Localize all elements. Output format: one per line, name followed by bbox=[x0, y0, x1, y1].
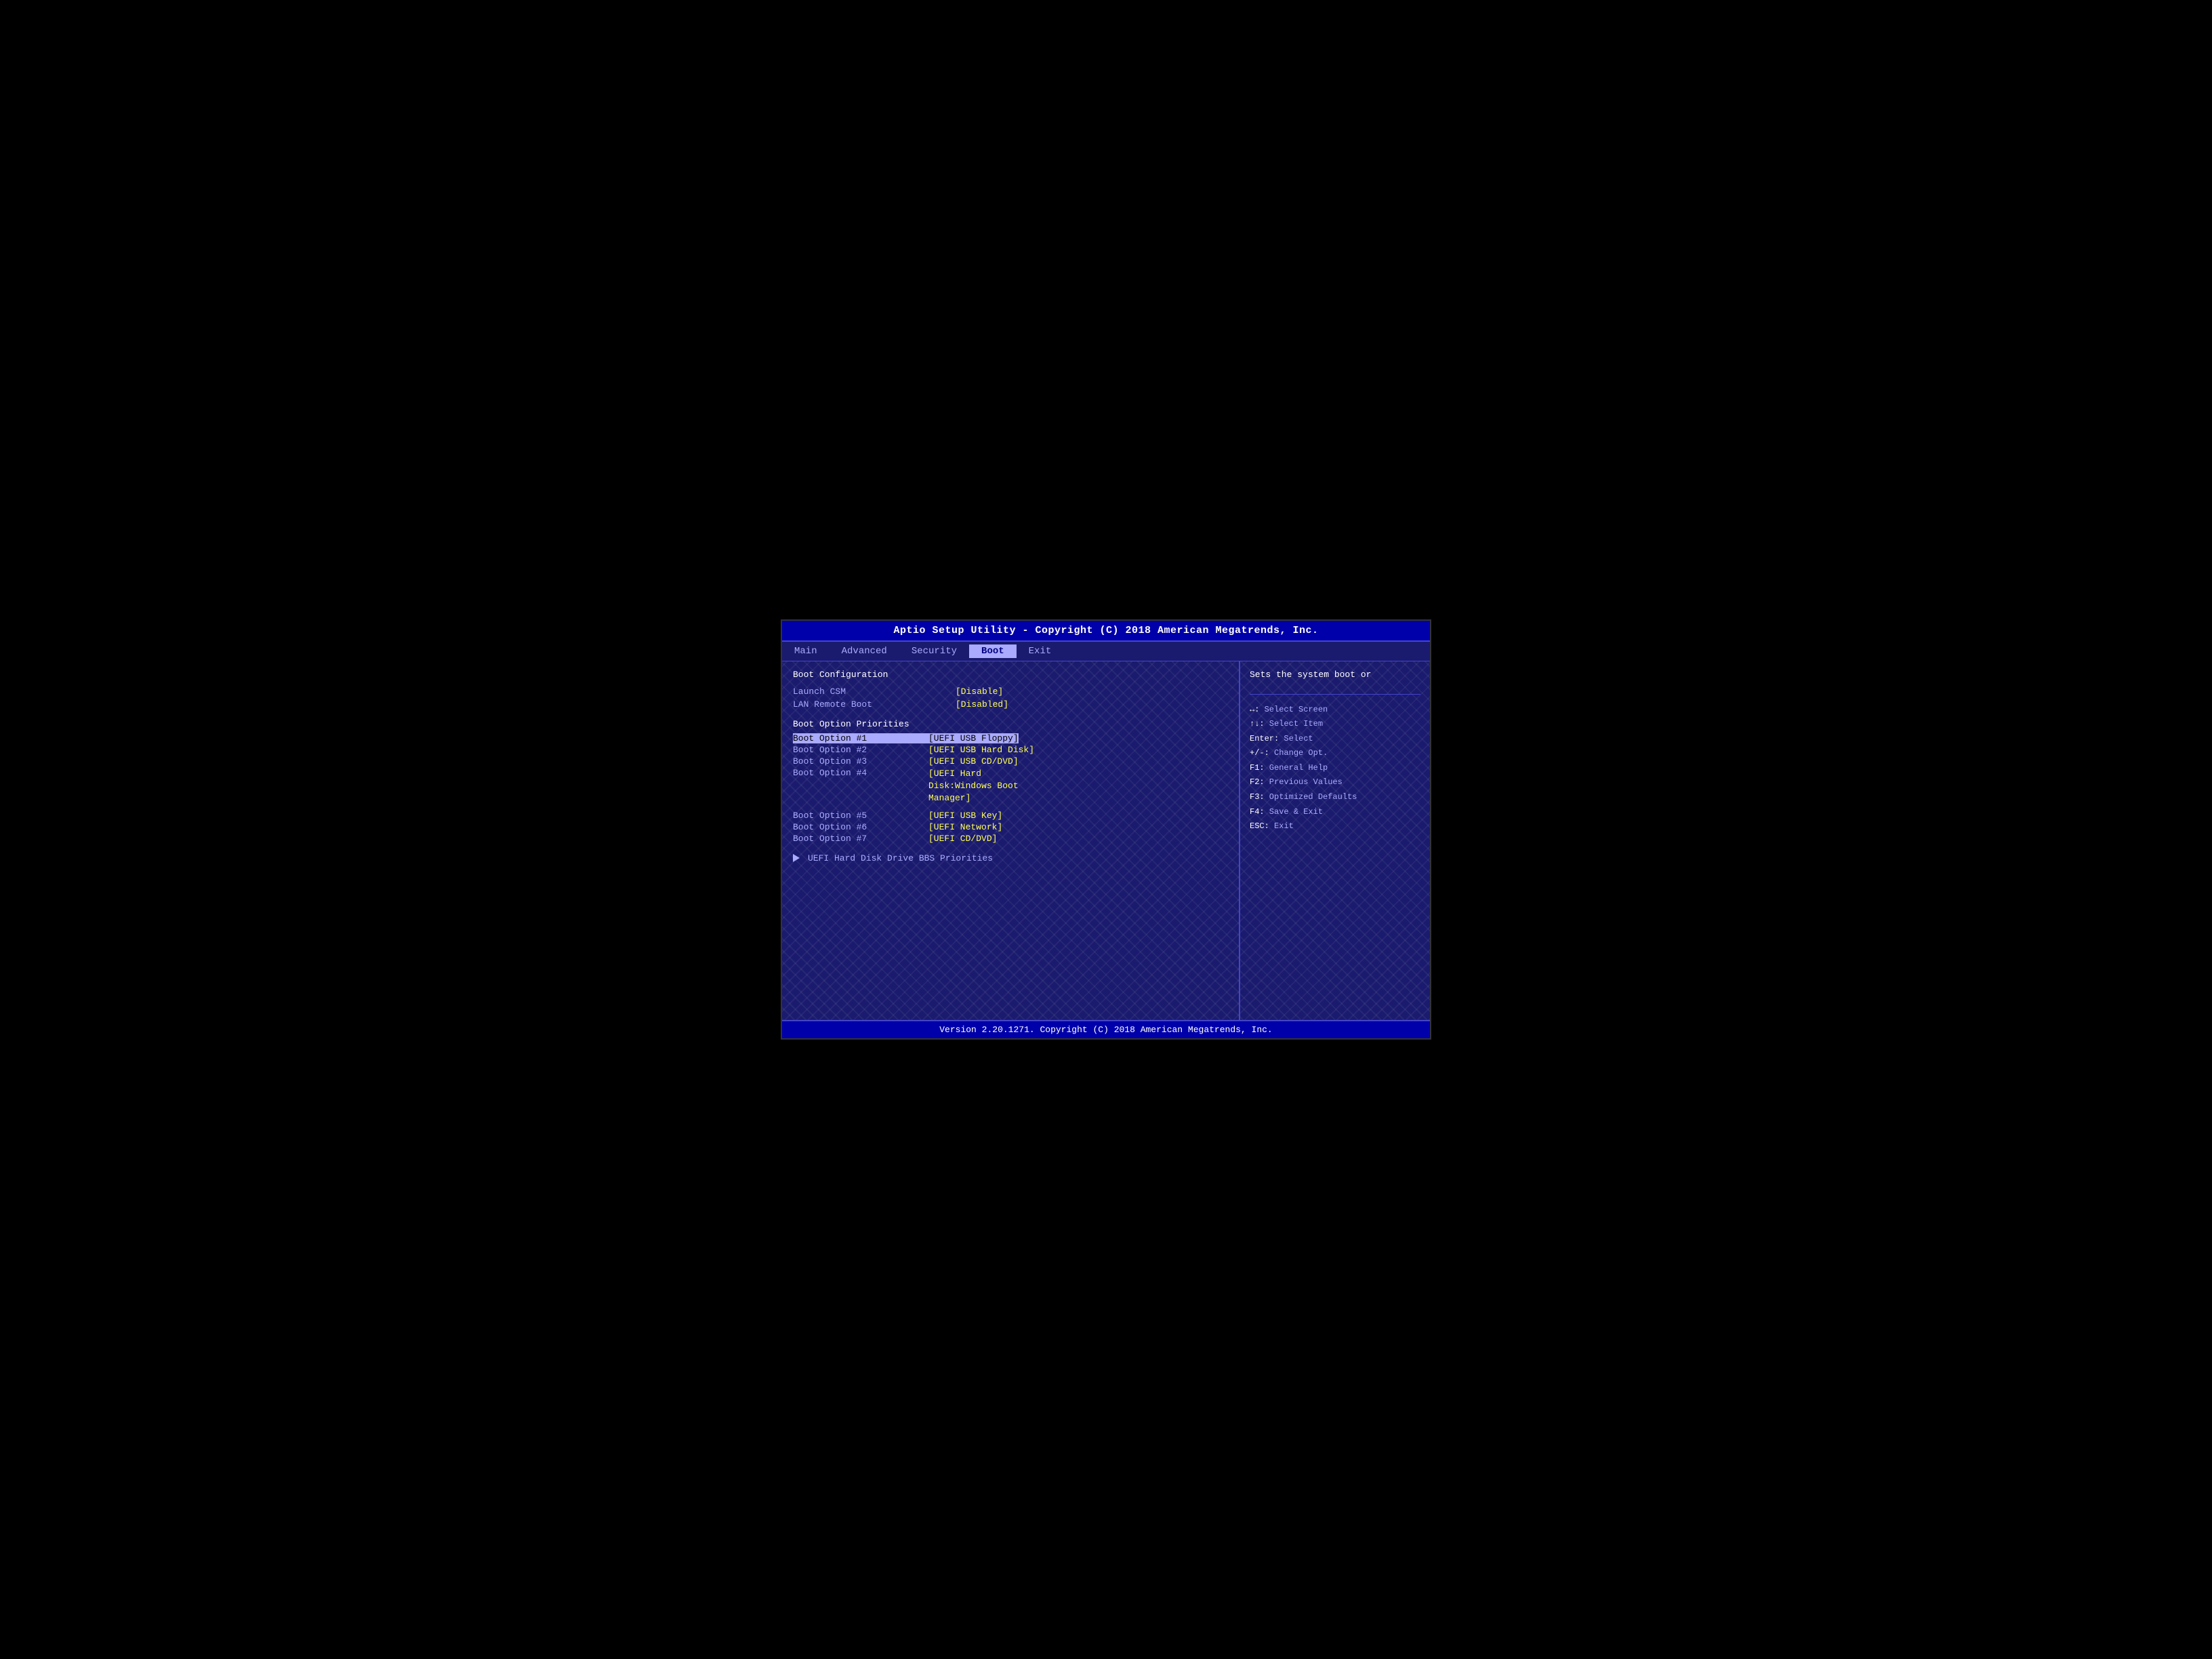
boot-option-2-label: Boot Option #2 bbox=[793, 745, 928, 755]
key-help-f3: F3: Optimized Defaults bbox=[1250, 790, 1420, 805]
boot-option-5-label: Boot Option #5 bbox=[793, 811, 928, 821]
key-f1: F1: bbox=[1250, 763, 1265, 773]
key-help-f4: F4: Save & Exit bbox=[1250, 805, 1420, 820]
key-help-f2: F2: Previous Values bbox=[1250, 775, 1420, 790]
lan-remote-label: LAN Remote Boot bbox=[793, 699, 956, 710]
boot-option-4-value: [UEFI HardDisk:Windows BootManager] bbox=[928, 768, 1019, 805]
bottom-bar: Version 2.20.1271. Copyright (C) 2018 Am… bbox=[782, 1020, 1430, 1038]
boot-option-7[interactable]: Boot Option #7 [UEFI CD/DVD] bbox=[793, 834, 1228, 844]
key-f2: F2: bbox=[1250, 777, 1265, 787]
boot-option-3[interactable]: Boot Option #3 [UEFI USB CD/DVD] bbox=[793, 756, 1228, 766]
boot-option-2-value: [UEFI USB Hard Disk] bbox=[928, 745, 1034, 755]
key-help-select-screen: ↔: Select Screen bbox=[1250, 703, 1420, 718]
key-help: ↔: Select Screen ↑↓: Select Item Enter: … bbox=[1250, 703, 1420, 834]
key-f4: F4: bbox=[1250, 807, 1265, 817]
side-divider bbox=[1250, 694, 1420, 695]
boot-option-4[interactable]: Boot Option #4 [UEFI HardDisk:Windows Bo… bbox=[793, 768, 1228, 805]
menu-item-security[interactable]: Security bbox=[899, 644, 969, 658]
boot-option-1-value: [UEFI USB Floppy] bbox=[928, 733, 1019, 743]
content-area: Boot Configuration Launch CSM [Disable] … bbox=[782, 661, 1430, 1020]
config-row-launch-csm[interactable]: Launch CSM [Disable] bbox=[793, 687, 1228, 697]
menu-item-advanced[interactable]: Advanced bbox=[830, 644, 899, 658]
launch-csm-label: Launch CSM bbox=[793, 687, 956, 697]
bios-body: Boot Configuration Launch CSM [Disable] … bbox=[782, 661, 1430, 1020]
key-help-change-opt: +/-: Change Opt. bbox=[1250, 746, 1420, 761]
bottom-bar-text: Version 2.20.1271. Copyright (C) 2018 Am… bbox=[939, 1025, 1272, 1035]
bbs-priorities[interactable]: UEFI Hard Disk Drive BBS Priorities bbox=[793, 853, 1228, 863]
key-help-select-item: ↑↓: Select Item bbox=[1250, 717, 1420, 732]
boot-priorities-title: Boot Option Priorities bbox=[793, 719, 1228, 729]
section-title: Boot Configuration bbox=[793, 670, 1228, 680]
key-enter: Enter: bbox=[1250, 734, 1279, 743]
key-help-f1: F1: General Help bbox=[1250, 761, 1420, 776]
key-esc: ESC: bbox=[1250, 821, 1269, 831]
lan-remote-value: [Disabled] bbox=[956, 699, 1008, 710]
boot-option-3-value: [UEFI USB CD/DVD] bbox=[928, 756, 1019, 766]
boot-option-6-label: Boot Option #6 bbox=[793, 822, 928, 832]
boot-option-5-value: [UEFI USB Key] bbox=[928, 811, 1002, 821]
bios-screen: Aptio Setup Utility - Copyright (C) 2018… bbox=[781, 619, 1431, 1040]
boot-option-3-label: Boot Option #3 bbox=[793, 756, 928, 766]
boot-option-6[interactable]: Boot Option #6 [UEFI Network] bbox=[793, 822, 1228, 832]
boot-option-1[interactable]: Boot Option #1 [UEFI USB Floppy] bbox=[793, 733, 1228, 743]
key-f3: F3: bbox=[1250, 792, 1265, 802]
boot-option-7-label: Boot Option #7 bbox=[793, 834, 928, 844]
config-row-lan-remote[interactable]: LAN Remote Boot [Disabled] bbox=[793, 699, 1228, 710]
boot-option-1-label: Boot Option #1 bbox=[793, 733, 928, 743]
boot-option-2[interactable]: Boot Option #2 [UEFI USB Hard Disk] bbox=[793, 745, 1228, 755]
key-arrows-ud: ↑↓: bbox=[1250, 719, 1265, 729]
boot-option-5[interactable]: Boot Option #5 [UEFI USB Key] bbox=[793, 811, 1228, 821]
boot-option-6-value: [UEFI Network] bbox=[928, 822, 1002, 832]
menu-item-boot[interactable]: Boot bbox=[969, 644, 1017, 658]
key-help-enter: Enter: Select bbox=[1250, 732, 1420, 747]
launch-csm-value: [Disable] bbox=[956, 687, 1003, 697]
key-plus-minus: +/-: bbox=[1250, 748, 1269, 758]
bbs-priorities-label: UEFI Hard Disk Drive BBS Priorities bbox=[808, 853, 993, 863]
key-arrows-lr: ↔: bbox=[1250, 705, 1259, 714]
triangle-icon bbox=[793, 854, 800, 862]
side-help-text: Sets the system boot or bbox=[1250, 668, 1420, 682]
title-text: Aptio Setup Utility - Copyright (C) 2018… bbox=[893, 625, 1318, 636]
boot-option-7-value: [UEFI CD/DVD] bbox=[928, 834, 997, 844]
menu-item-exit[interactable]: Exit bbox=[1017, 644, 1064, 658]
key-help-esc: ESC: Exit bbox=[1250, 819, 1420, 834]
side-panel: Sets the system boot or ↔: Select Screen… bbox=[1240, 661, 1430, 1020]
title-bar: Aptio Setup Utility - Copyright (C) 2018… bbox=[782, 621, 1430, 642]
main-panel: Boot Configuration Launch CSM [Disable] … bbox=[782, 661, 1240, 1020]
menu-bar[interactable]: Main Advanced Security Boot Exit bbox=[782, 642, 1430, 661]
boot-option-4-label: Boot Option #4 bbox=[793, 768, 928, 778]
menu-item-main[interactable]: Main bbox=[782, 644, 830, 658]
